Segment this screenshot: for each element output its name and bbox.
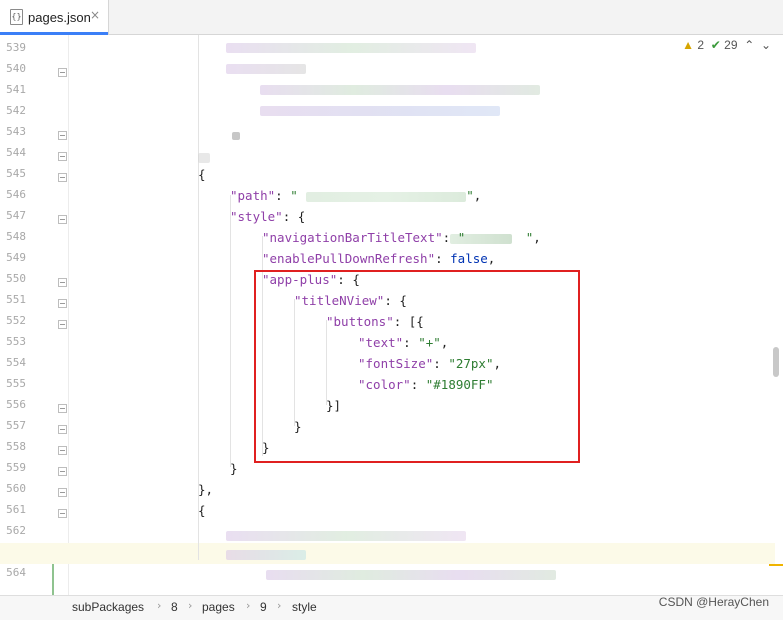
line-number: 544 — [6, 146, 26, 159]
line-number: 557 — [6, 419, 26, 432]
highlight-box — [254, 270, 580, 463]
chevron-up-icon[interactable]: ⌃ — [744, 38, 754, 52]
code-line: { — [198, 167, 206, 182]
fold-marker-icon[interactable] — [58, 446, 67, 455]
line-number: 560 — [6, 482, 26, 495]
fold-marker-icon[interactable] — [58, 131, 67, 140]
breadcrumb-item[interactable]: 9 — [260, 600, 267, 614]
tab-pages-json[interactable]: {} pages.json × — [0, 0, 109, 35]
line-number: 543 — [6, 125, 26, 138]
watermark: CSDN @HerayChen — [658, 595, 769, 609]
line-number: 552 — [6, 314, 26, 327]
redacted-text — [260, 85, 540, 95]
warning-count: 2 — [697, 38, 705, 52]
line-number: 541 — [6, 83, 26, 96]
tab-label: pages.json — [28, 10, 91, 25]
code-line: "path": " ", — [230, 188, 482, 203]
line-number: 564 — [6, 566, 26, 579]
line-number: 539 — [6, 41, 26, 54]
chevron-right-icon: › — [188, 599, 193, 612]
line-number: 559 — [6, 461, 26, 474]
fold-marker-icon[interactable] — [58, 278, 67, 287]
code-line: }, — [198, 482, 214, 497]
fold-marker-icon[interactable] — [58, 215, 67, 224]
fold-marker-icon[interactable] — [58, 509, 67, 518]
fold-marker-icon[interactable] — [58, 299, 67, 308]
vertical-scrollbar[interactable] — [773, 347, 779, 377]
line-number: 545 — [6, 167, 26, 180]
warning-icon: ▲ — [682, 38, 695, 52]
gutter-divider — [68, 35, 69, 595]
fold-marker-icon[interactable] — [58, 320, 67, 329]
redacted-text — [266, 570, 556, 580]
line-number: 548 — [6, 230, 26, 243]
breadcrumb-item[interactable]: 8 — [171, 600, 178, 614]
redacted-text — [226, 550, 306, 560]
line-number: 542 — [6, 104, 26, 117]
check-icon: ✔ — [710, 38, 721, 52]
json-file-icon: {} — [10, 9, 23, 25]
indent-guide — [230, 195, 231, 467]
chevron-down-icon[interactable]: ⌄ — [761, 38, 771, 52]
line-number: 556 — [6, 398, 26, 411]
fold-marker-icon[interactable] — [58, 467, 67, 476]
chevron-right-icon: › — [157, 599, 162, 612]
fold-marker-icon[interactable] — [58, 425, 67, 434]
fold-marker-icon[interactable] — [58, 152, 67, 161]
fold-marker-icon[interactable] — [58, 173, 67, 182]
editor-tab-bar: {} pages.json × — [0, 0, 783, 35]
redacted-text — [226, 43, 476, 53]
inspection-widget[interactable]: ▲ 2 ✔ 29 ⌃ ⌄ — [682, 38, 771, 52]
line-number: 550 — [6, 272, 26, 285]
redacted-text — [232, 132, 240, 140]
redacted-text — [260, 106, 500, 116]
code-line: "style": { — [230, 209, 306, 224]
breadcrumb-item[interactable]: style — [292, 600, 317, 614]
line-number: 558 — [6, 440, 26, 453]
breadcrumb-item[interactable]: pages — [202, 600, 235, 614]
line-number: 549 — [6, 251, 26, 264]
error-stripe-marker[interactable] — [769, 564, 783, 566]
line-number: 554 — [6, 356, 26, 369]
code-line: } — [230, 461, 238, 476]
code-line: "navigationBarTitleText": " ", — [262, 230, 541, 245]
passed-count: 29 — [724, 38, 738, 52]
redacted-text — [198, 153, 210, 163]
code-line: "enablePullDownRefresh": false, — [262, 251, 496, 266]
redacted-text — [226, 64, 306, 74]
line-number: 546 — [6, 188, 26, 201]
close-tab-icon[interactable]: × — [90, 8, 100, 22]
line-number: 551 — [6, 293, 26, 306]
line-number: 562 — [6, 524, 26, 537]
line-number: 540 — [6, 62, 26, 75]
chevron-right-icon: › — [246, 599, 251, 612]
line-number: 547 — [6, 209, 26, 222]
fold-marker-icon[interactable] — [58, 68, 67, 77]
code-line: { — [198, 503, 206, 518]
chevron-right-icon: › — [277, 599, 282, 612]
redacted-text — [226, 531, 466, 541]
line-number-gutter: 539 540 541 542 543 544 545 546 547 548 … — [0, 35, 67, 595]
fold-marker-icon[interactable] — [58, 404, 67, 413]
line-number: 561 — [6, 503, 26, 516]
breadcrumb-item[interactable]: subPackages — [72, 600, 144, 614]
line-number: 555 — [6, 377, 26, 390]
line-number: 553 — [6, 335, 26, 348]
fold-marker-icon[interactable] — [58, 488, 67, 497]
